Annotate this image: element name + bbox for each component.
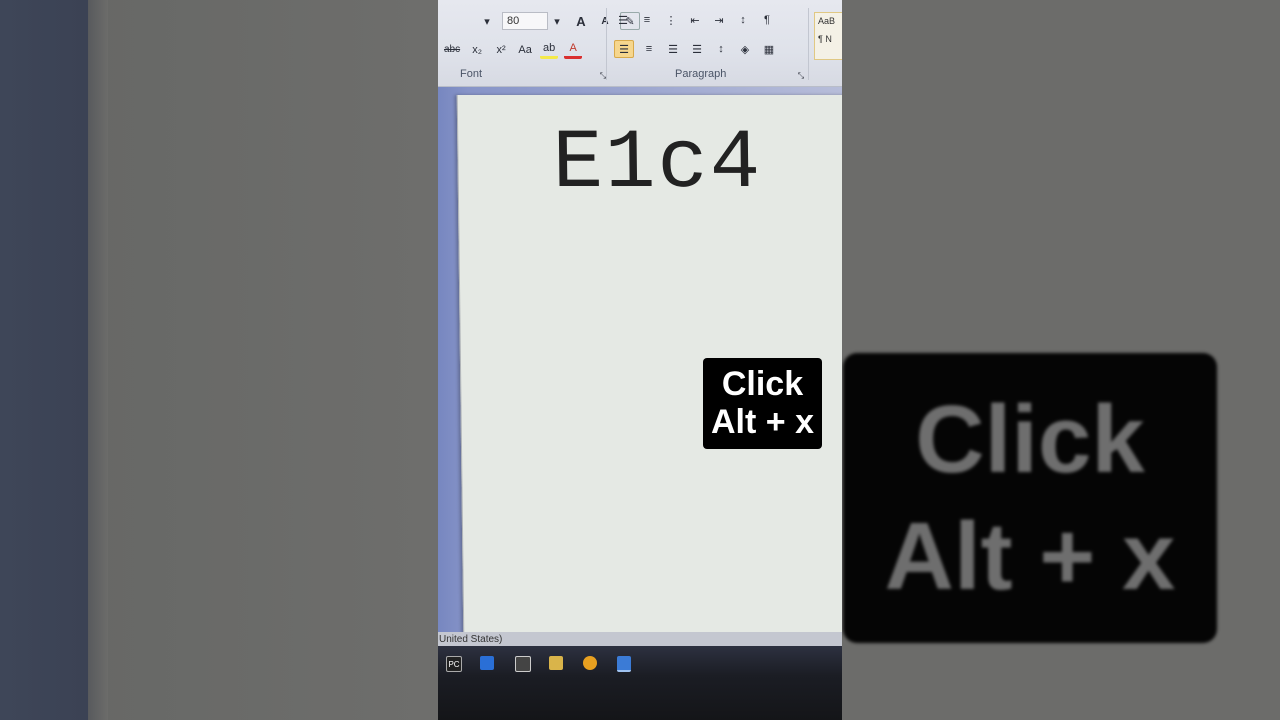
- line-spacing-icon[interactable]: ↕: [712, 41, 730, 57]
- caption-overlay: Click Alt + x: [703, 358, 822, 449]
- numbering-icon[interactable]: ≡: [638, 12, 656, 28]
- caption-line1: Click: [721, 365, 804, 404]
- shrink-font-button[interactable]: A: [596, 13, 614, 29]
- font-dialog-launcher-icon[interactable]: ⤡: [594, 68, 612, 84]
- increase-indent-icon[interactable]: ⇥: [710, 12, 728, 28]
- subscript-button[interactable]: x₂: [468, 42, 486, 58]
- superscript-button[interactable]: x²: [492, 42, 510, 58]
- terminal-icon[interactable]: [515, 656, 531, 672]
- monitor-bezel: [88, 0, 108, 720]
- document-text[interactable]: E1c4: [552, 117, 763, 212]
- decrease-indent-icon[interactable]: ⇤: [686, 12, 704, 28]
- background-left: [0, 0, 438, 720]
- change-case-button[interactable]: Aa: [516, 42, 534, 58]
- ribbon-separator: [808, 8, 809, 80]
- font-color-icon[interactable]: A: [564, 40, 583, 59]
- file-explorer-icon[interactable]: [549, 656, 563, 670]
- font-size-field[interactable]: 80: [502, 12, 548, 30]
- caption-blurred-line1: Click: [915, 385, 1145, 493]
- align-left-icon[interactable]: ☰: [614, 40, 634, 58]
- paragraph-group-label: Paragraph: [675, 68, 727, 80]
- show-marks-button[interactable]: ¶: [758, 12, 776, 28]
- text-highlight-icon[interactable]: ab: [540, 40, 559, 59]
- justify-icon[interactable]: ☰: [688, 41, 706, 57]
- chrome-icon[interactable]: [583, 656, 597, 670]
- font-dropdown-arrow-icon[interactable]: ▾: [478, 13, 496, 29]
- status-bar: United States): [438, 632, 842, 646]
- caption-line2: Alt + x: [711, 402, 814, 441]
- python-idle-icon[interactable]: [617, 656, 631, 672]
- ribbon-home: ▾ 80 ▾ A A ✎ ☰ ≡ ⋮ ⇤ ⇥ ↕ ¶ abc x₂ x² Aa …: [438, 0, 842, 87]
- pycharm-icon[interactable]: PC: [446, 656, 462, 672]
- style-preview-heading: AaB: [818, 16, 836, 26]
- caption-blurred: Click Alt + x: [843, 353, 1217, 643]
- caption-blurred-line2: Alt + x: [884, 503, 1176, 610]
- shading-icon[interactable]: ◈: [736, 41, 754, 57]
- style-preview-normal: ¶ N: [818, 34, 832, 44]
- grow-font-button[interactable]: A: [572, 13, 590, 29]
- vscode-icon[interactable]: [480, 656, 494, 670]
- screen-frame: ▾ 80 ▾ A A ✎ ☰ ≡ ⋮ ⇤ ⇥ ↕ ¶ abc x₂ x² Aa …: [438, 0, 842, 720]
- styles-gallery[interactable]: AaB ¶ N: [814, 12, 842, 60]
- taskbar: PC: [438, 646, 842, 720]
- align-right-icon[interactable]: ☰: [664, 41, 682, 57]
- font-size-dropdown-icon[interactable]: ▾: [548, 13, 566, 29]
- language-indicator[interactable]: United States): [439, 634, 502, 645]
- align-center-icon[interactable]: ≡: [640, 41, 658, 57]
- sort-icon[interactable]: ↕: [734, 12, 752, 28]
- strikethrough-button[interactable]: abc: [442, 42, 462, 58]
- ribbon-separator: [606, 8, 607, 80]
- borders-icon[interactable]: ▦: [760, 41, 778, 57]
- bullets-icon[interactable]: ☰: [614, 12, 632, 28]
- font-group-label: Font: [460, 68, 483, 80]
- multilevel-list-icon[interactable]: ⋮: [662, 12, 680, 28]
